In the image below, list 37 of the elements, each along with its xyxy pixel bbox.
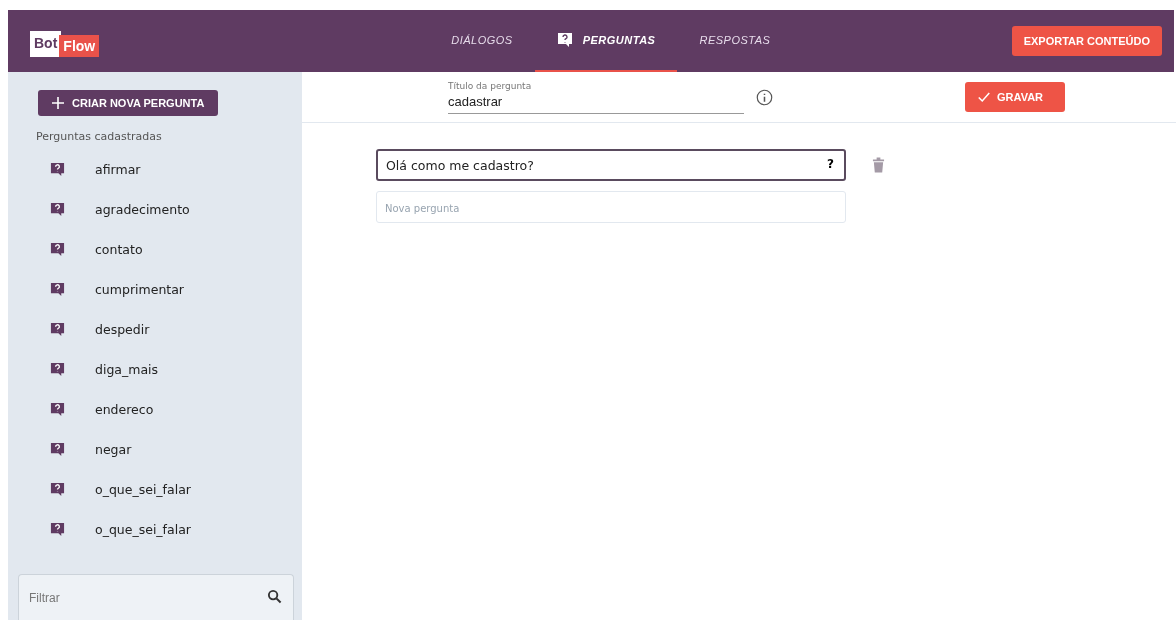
question-list-item[interactable]: agradecimento bbox=[18, 189, 294, 229]
question-bubble-icon bbox=[50, 521, 65, 537]
question-list-item[interactable]: o_que_sei_falar bbox=[18, 469, 294, 509]
save-button[interactable]: GRAVAR bbox=[965, 82, 1066, 112]
question-list-item[interactable]: negar bbox=[18, 429, 294, 469]
question-list-item[interactable]: diga_mais bbox=[18, 349, 294, 389]
question-list-item[interactable]: contato bbox=[18, 229, 294, 269]
filter-field[interactable]: Filtrar bbox=[18, 574, 294, 620]
question-bubble-icon bbox=[556, 32, 573, 48]
search-icon bbox=[267, 589, 282, 604]
question-bubble-icon bbox=[50, 441, 65, 457]
question-bubble-icon bbox=[50, 241, 65, 257]
question-bubble-icon bbox=[50, 161, 65, 177]
export-button[interactable]: EXPORTAR CONTEÚDO bbox=[1011, 26, 1162, 56]
nav-tab[interactable]: DIÁLOGOS bbox=[429, 10, 535, 72]
trash-icon[interactable] bbox=[872, 157, 885, 173]
question-bubble-icon bbox=[50, 201, 65, 217]
question-list-item[interactable]: cumprimentar bbox=[18, 269, 294, 309]
question-list-item[interactable]: endereco bbox=[18, 389, 294, 429]
info-icon[interactable] bbox=[756, 88, 773, 106]
question-bubble-icon bbox=[50, 361, 65, 377]
section-heading: Perguntas cadastradas bbox=[36, 130, 163, 143]
question-list-item[interactable]: afirmar bbox=[18, 149, 294, 189]
question-mark-label: ? bbox=[827, 157, 834, 171]
nav-tab[interactable]: PERGUNTAS bbox=[534, 10, 678, 72]
question-bubble-icon bbox=[50, 281, 65, 297]
question-list-item[interactable]: despedir bbox=[18, 309, 294, 349]
question-bubble-icon bbox=[50, 481, 65, 497]
question-bubble-icon bbox=[50, 401, 65, 417]
new-question-field[interactable]: Nova pergunta bbox=[376, 191, 846, 223]
question-bubble-icon bbox=[50, 321, 65, 337]
field-label: Título da pergunta bbox=[448, 80, 532, 91]
create-question-button[interactable]: CRIAR NOVA PERGUNTA bbox=[38, 90, 219, 116]
nav-tab[interactable]: RESPOSTAS bbox=[677, 10, 793, 72]
question-list-item[interactable]: o_que_sei_falar bbox=[18, 509, 294, 549]
check-icon bbox=[977, 90, 991, 104]
plus-icon bbox=[52, 97, 64, 109]
